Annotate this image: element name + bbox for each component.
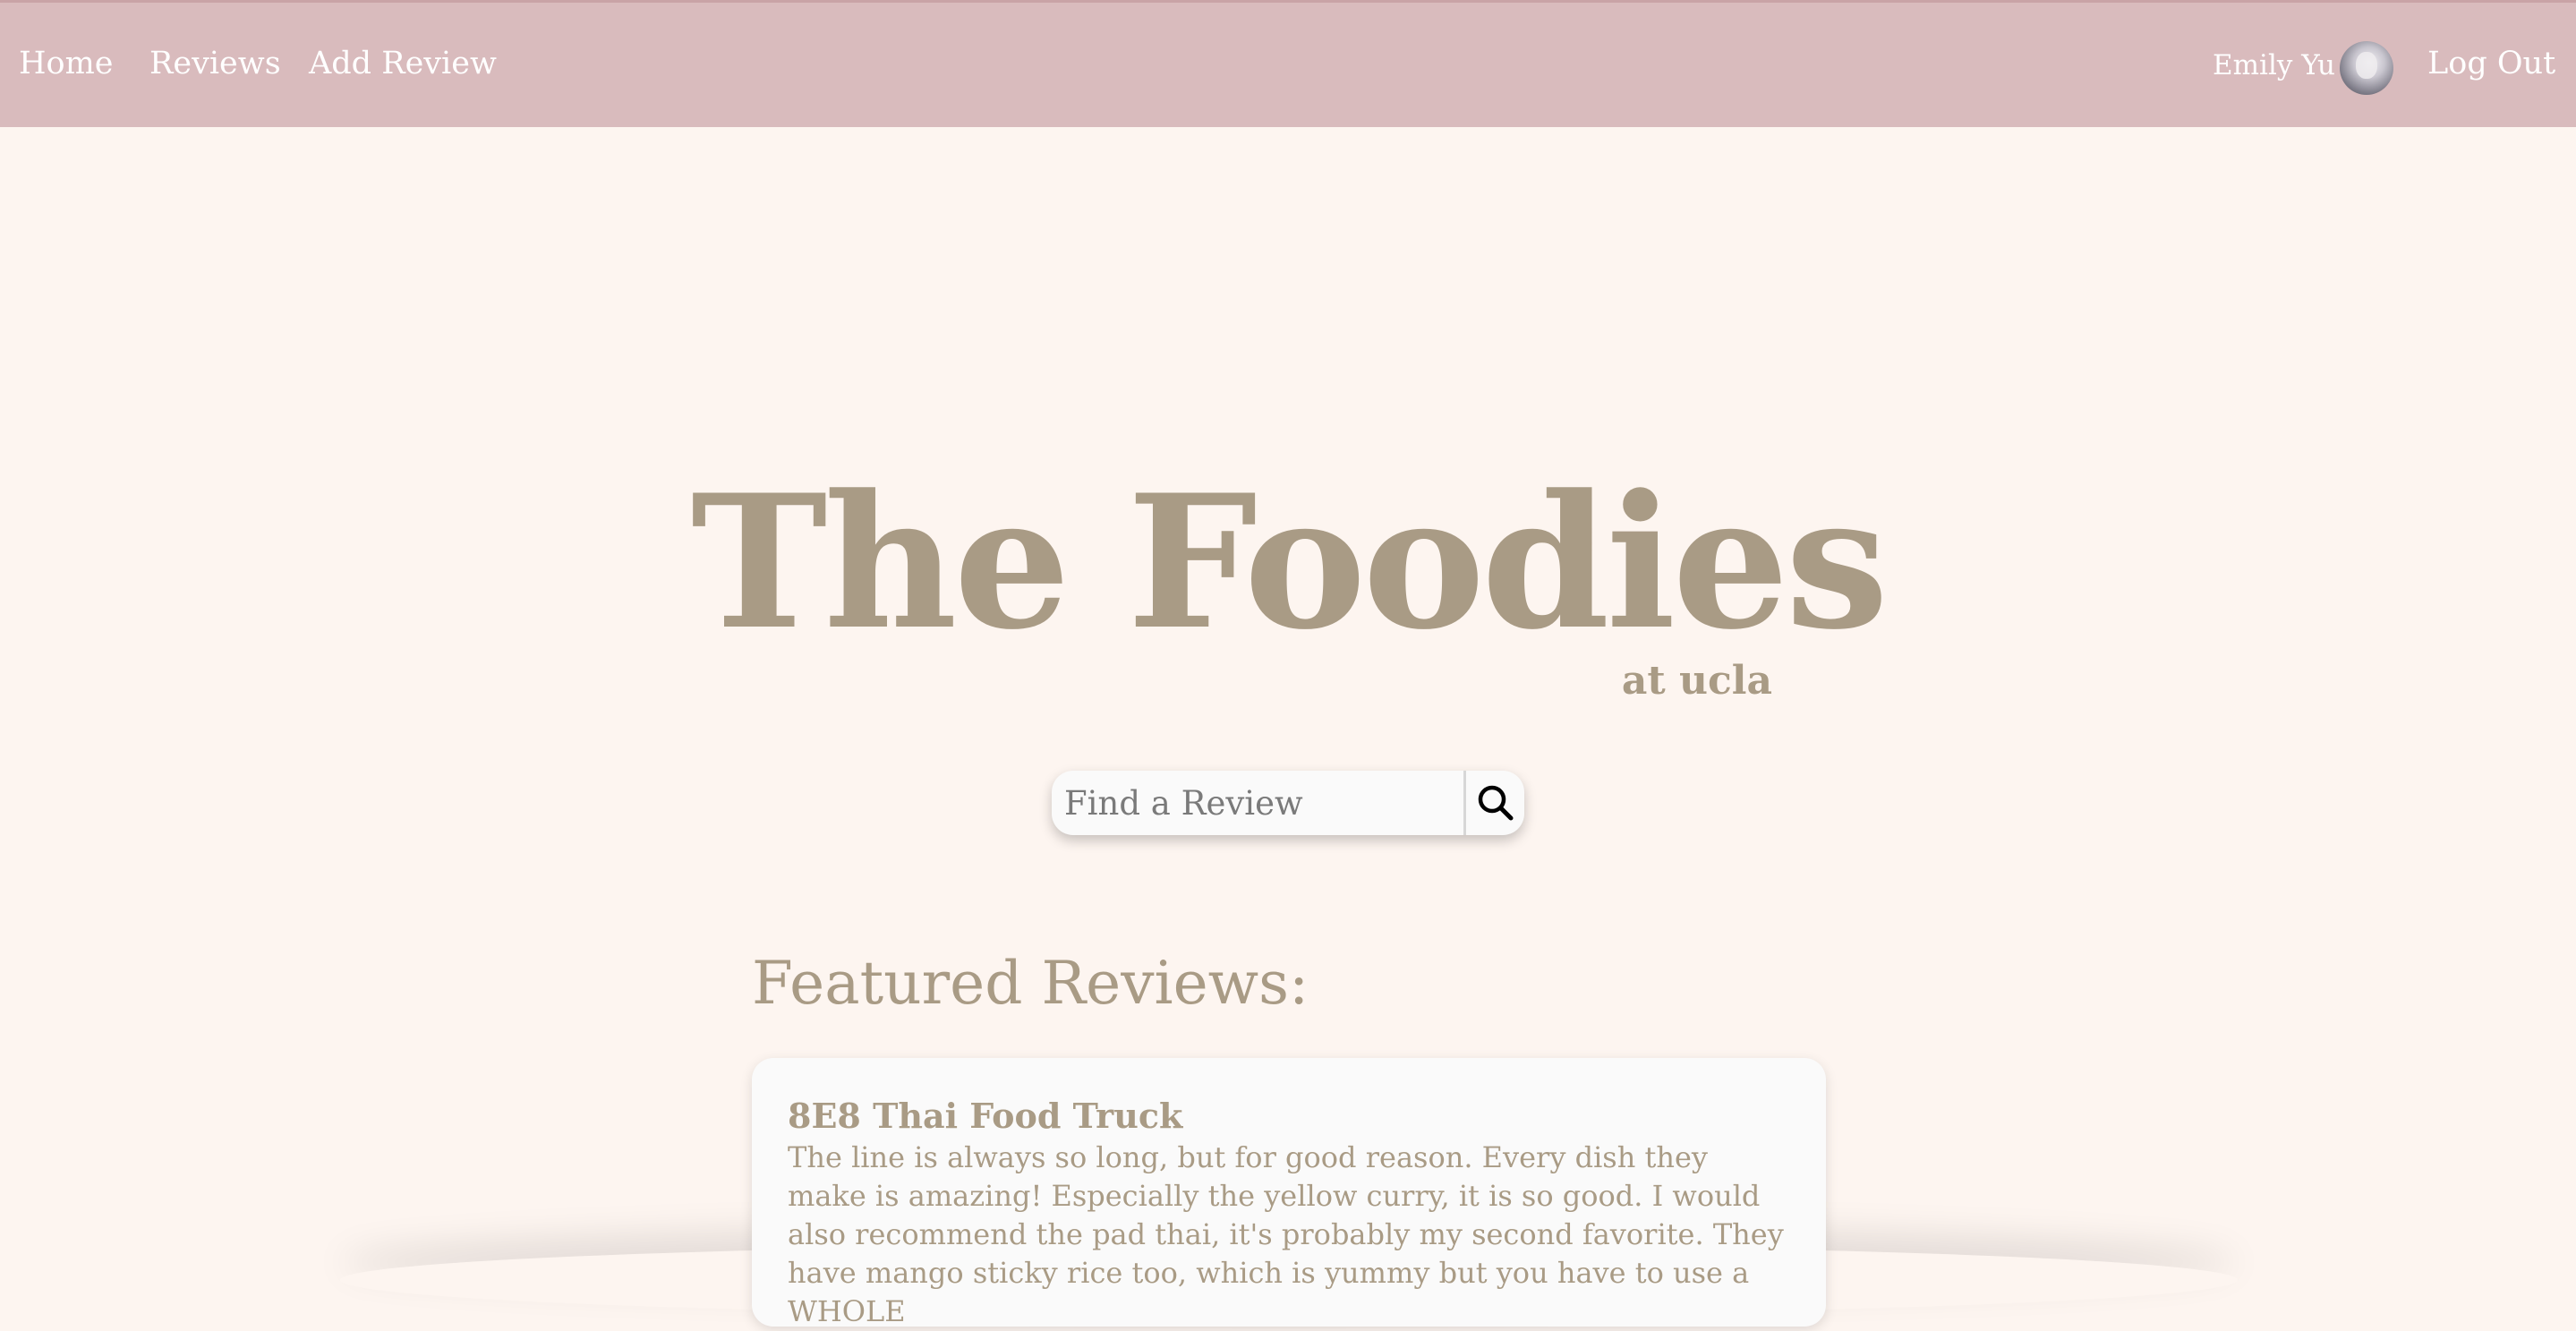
hero-title: The Foodies	[690, 456, 1889, 670]
review-title: 8E8 Thai Food Truck	[788, 1096, 1183, 1136]
logout-link[interactable]: Log Out	[2427, 46, 2555, 81]
search-icon	[1478, 785, 1513, 821]
navbar: Home Reviews Add Review Emily Yu Log Out	[0, 0, 2576, 127]
nav-home-link[interactable]: Home	[19, 46, 114, 81]
search-input[interactable]	[1052, 771, 1463, 835]
featured-reviews-heading: Featured Reviews:	[752, 949, 1309, 1018]
review-body: The line is always so long, but for good…	[788, 1140, 1784, 1328]
search-bar	[1052, 771, 1524, 835]
search-button[interactable]	[1466, 771, 1524, 835]
user-name: Emily Yu	[2213, 49, 2335, 81]
user-avatar-icon[interactable]	[2340, 41, 2393, 95]
hero-subtitle: at ucla	[1621, 658, 1772, 704]
nav-add-review-link[interactable]: Add Review	[309, 46, 497, 81]
nav-reviews-link[interactable]: Reviews	[149, 46, 281, 81]
review-card[interactable]: 8E8 Thai Food Truck The line is always s…	[752, 1058, 1826, 1328]
